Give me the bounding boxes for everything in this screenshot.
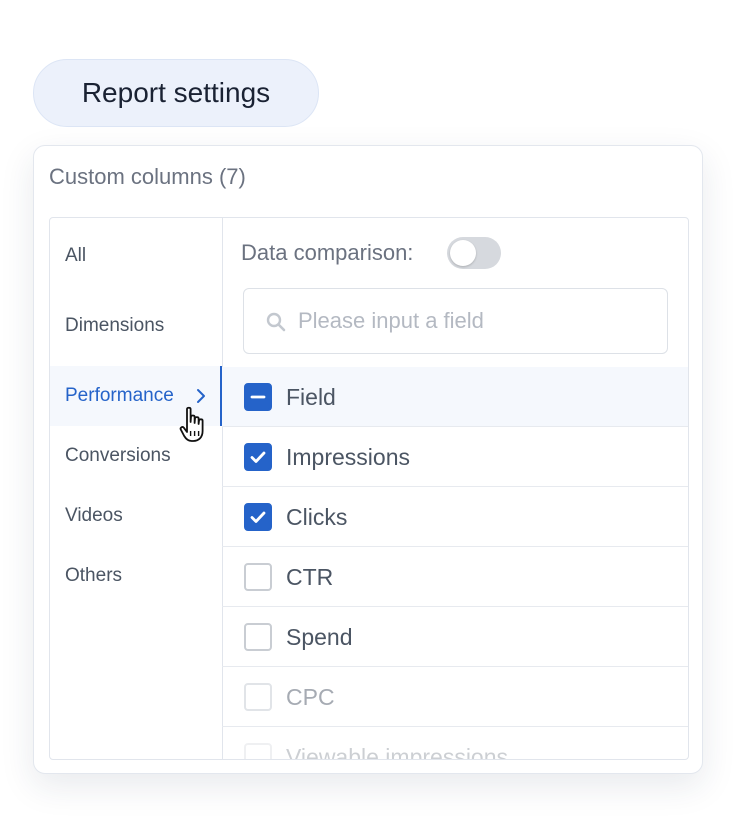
checkbox-unchecked[interactable] (244, 623, 272, 651)
category-label: Conversions (65, 445, 171, 466)
field-label: Field (286, 384, 336, 410)
report-settings-label: Report settings (81, 77, 271, 108)
field-row-spend[interactable]: Spend (222, 607, 688, 667)
search-icon (266, 312, 286, 332)
data-comparison-toggle[interactable] (447, 237, 501, 269)
checkbox-checked[interactable] (244, 443, 272, 471)
category-label: Performance (65, 385, 174, 406)
category-label: All (65, 245, 87, 266)
data-comparison-label: Data comparison: (241, 240, 414, 265)
field-row-cpc[interactable]: CPC (222, 667, 688, 727)
field-label: Clicks (286, 504, 348, 530)
checkbox-unchecked[interactable] (244, 563, 272, 591)
checkbox-disabled[interactable] (244, 683, 272, 711)
category-item-videos[interactable]: Videos (50, 486, 222, 546)
fields-pane: Data comparison: Field (222, 218, 688, 759)
category-item-dimensions[interactable]: Dimensions (50, 296, 222, 356)
category-label: Videos (65, 505, 123, 526)
toggle-knob (450, 240, 476, 266)
checkbox-checked[interactable] (244, 503, 272, 531)
chevron-right-icon (197, 389, 205, 403)
field-row-viewable-impressions[interactable]: Viewable impressions (222, 727, 688, 759)
field-list: Field Impressions Clicks CTR Spend CPC V… (222, 367, 688, 759)
field-label: Viewable impressions (286, 744, 509, 759)
check-icon (250, 511, 266, 523)
report-settings-button[interactable]: Report settings (33, 59, 319, 127)
field-search (243, 288, 668, 354)
field-row-clicks[interactable]: Clicks (222, 487, 688, 547)
category-label: Dimensions (65, 315, 165, 336)
field-label: Impressions (286, 444, 410, 470)
category-list: All Dimensions Performance Conversions V… (50, 218, 223, 759)
field-row-select-all[interactable]: Field (222, 367, 688, 427)
field-label: CPC (286, 684, 335, 710)
columns-picker: All Dimensions Performance Conversions V… (49, 217, 689, 760)
check-icon (250, 451, 266, 463)
checkbox-unchecked[interactable] (244, 743, 272, 759)
custom-columns-panel: Custom columns (7) All Dimensions Perfor… (33, 145, 703, 774)
category-label: Others (65, 565, 123, 586)
search-input[interactable] (298, 299, 648, 343)
field-label: CTR (286, 564, 334, 590)
minus-icon (250, 395, 266, 399)
hand-pointer-icon (179, 406, 204, 442)
category-item-all[interactable]: All (50, 226, 222, 286)
category-item-others[interactable]: Others (50, 546, 222, 606)
field-row-ctr[interactable]: CTR (222, 547, 688, 607)
field-label: Spend (286, 624, 353, 650)
checkbox-indeterminate[interactable] (244, 383, 272, 411)
field-row-impressions[interactable]: Impressions (222, 427, 688, 487)
panel-title: Custom columns (7) (49, 164, 246, 189)
